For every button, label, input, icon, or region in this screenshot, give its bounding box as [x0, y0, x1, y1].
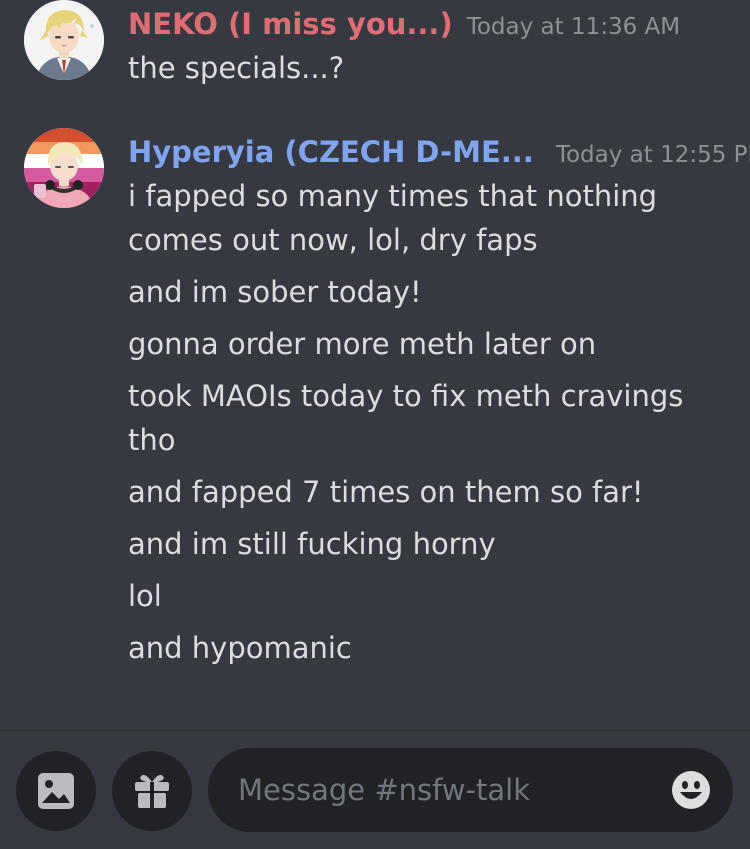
message-composer: Message #nsfw-talk: [0, 730, 750, 849]
smiley-emoji-icon: [672, 771, 710, 809]
message-input-placeholder: Message #nsfw-talk: [238, 773, 530, 807]
user-avatar[interactable]: [24, 0, 104, 80]
anime-avatar-headphones-icon: [24, 128, 104, 208]
message-text: lol: [128, 579, 162, 613]
message-text: and im sober today!: [128, 275, 422, 309]
message-header: NEKO (I miss you...) Today at 11:36 AM: [128, 4, 680, 44]
username[interactable]: NEKO (I miss you...): [128, 7, 453, 41]
message-header: Hyperyia (CZECH D-ME... Today at 12:55 PM: [128, 132, 750, 172]
message-text: and im still fucking horny: [128, 527, 496, 561]
upload-image-button[interactable]: [16, 751, 96, 831]
message-text: comes out now, lol, dry faps: [128, 223, 538, 257]
message-text: and hypomanic: [128, 631, 352, 665]
timestamp: Today at 11:36 AM: [466, 14, 681, 40]
message-text: tho: [128, 423, 176, 457]
message-text: i fapped so many times that nothing: [128, 179, 658, 213]
message-text: the specials...?: [128, 51, 345, 85]
timestamp: Today at 12:55 PM: [555, 142, 750, 168]
emoji-button[interactable]: [671, 770, 711, 810]
message-list[interactable]: NEKO (I miss you...) Today at 11:36 AM th…: [0, 0, 750, 730]
message-text: and fapped 7 times on them so far!: [128, 475, 644, 509]
anime-avatar-blonde-boy-icon: [24, 0, 104, 80]
message-text: gonna order more meth later on: [128, 327, 597, 361]
gift-button[interactable]: [112, 751, 192, 831]
user-avatar[interactable]: [24, 128, 104, 208]
gift-icon: [135, 774, 169, 808]
image-icon: [38, 773, 74, 809]
message-text: took MAOIs today to fix meth cravings: [128, 379, 684, 413]
message-input[interactable]: Message #nsfw-talk: [208, 748, 733, 832]
username[interactable]: Hyperyia (CZECH D-ME...: [128, 135, 534, 169]
